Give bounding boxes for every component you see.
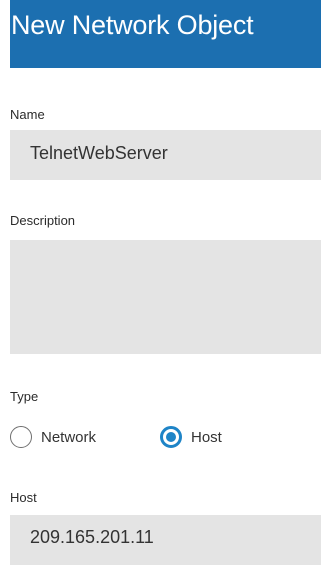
host-input-value: 209.165.201.11 [30,527,154,547]
name-input[interactable]: TelnetWebServer [10,130,321,180]
host-label: Host [10,490,37,505]
type-radio-host-label: Host [191,428,222,446]
dialog-header: New Network Object [10,0,321,68]
type-radio-network[interactable]: Network [10,423,96,451]
type-label: Type [10,389,39,404]
new-network-object-dialog: New Network Object Name TelnetWebServer … [0,0,321,565]
dialog-title: New Network Object [11,10,254,40]
host-input[interactable]: 209.165.201.11 [10,515,321,565]
type-radio-host[interactable]: Host [160,423,222,451]
radio-unchecked-icon [10,426,32,448]
description-textarea[interactable] [10,240,321,354]
type-radio-network-label: Network [41,428,97,446]
name-input-value: TelnetWebServer [30,143,168,163]
type-radio-group: Network Host [10,423,310,451]
name-label: Name [10,107,45,122]
radio-checked-icon [160,426,182,448]
description-label: Description [10,213,76,228]
